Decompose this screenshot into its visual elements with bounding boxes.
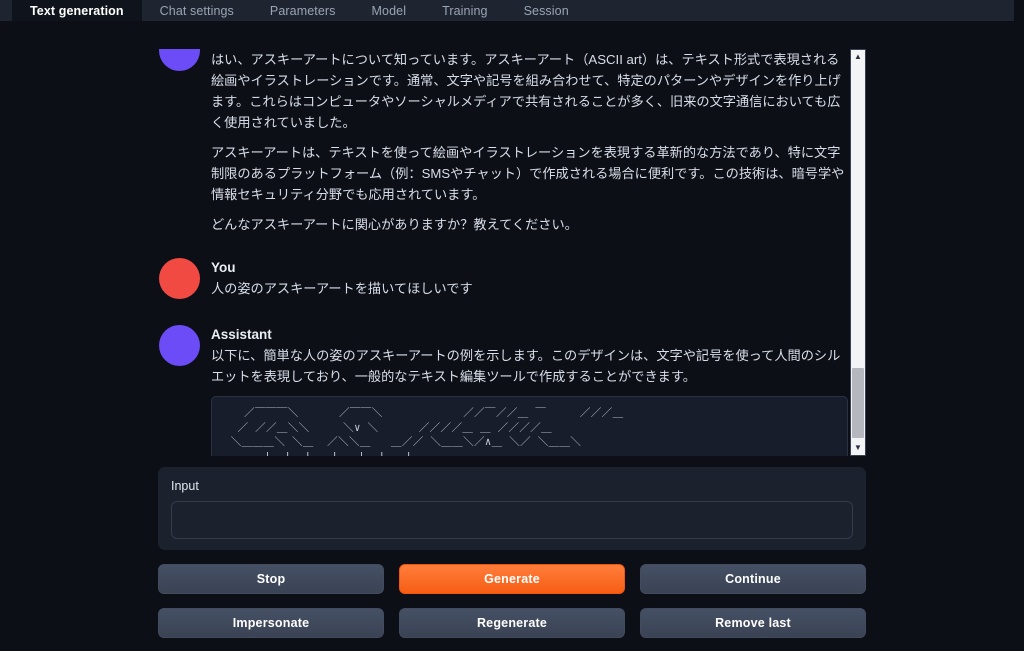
tab-label: Session — [523, 3, 569, 18]
avatar — [159, 49, 200, 71]
tab-bar: Text generation Chat settings Parameters… — [0, 0, 1014, 21]
regenerate-button[interactable]: Regenerate — [399, 608, 625, 638]
avatar — [159, 325, 200, 366]
generate-button[interactable]: Generate — [399, 564, 625, 594]
button-label: Continue — [725, 572, 781, 586]
message-author: Assistant — [211, 327, 272, 342]
chat-area: はい、アスキーアートについて知っています。アスキーアート（ASCII art）は… — [159, 49, 866, 456]
scroll-up-arrow-icon[interactable]: ▲ — [851, 50, 865, 64]
tab-label: Chat settings — [159, 3, 234, 18]
input-field[interactable] — [171, 501, 853, 539]
chat-message: はい、アスキーアートについて知っています。アスキーアート（ASCII art）は… — [159, 49, 848, 235]
message-body: You 人の姿のアスキーアートを描いてほしいです — [211, 258, 848, 299]
tab-model[interactable]: Model — [354, 0, 425, 21]
tab-label: Text generation — [30, 3, 124, 18]
message-paragraph: 以下に、簡単な人の姿のアスキーアートの例を示します。このデザインは、文字や記号を… — [211, 348, 841, 384]
scroll-down-arrow-icon[interactable]: ▼ — [851, 441, 865, 455]
tab-training[interactable]: Training — [424, 0, 506, 21]
continue-button[interactable]: Continue — [640, 564, 866, 594]
message-paragraph: 人の姿のアスキーアートを描いてほしいです — [211, 281, 473, 296]
impersonate-button[interactable]: Impersonate — [158, 608, 384, 638]
tab-session[interactable]: Session — [506, 0, 587, 21]
input-panel: Input — [158, 467, 866, 550]
message-paragraph: どんなアスキーアートに関心がありますか？教えてください。 — [211, 217, 578, 232]
button-label: Remove last — [715, 616, 791, 630]
tab-bar-filler — [587, 0, 1014, 21]
tab-label: Parameters — [269, 3, 336, 18]
ascii-art-content: ／￣￣￣＼ ／￣￣＼ ／／￣／／＿ ￣ ／／／＿ ／ ／／＿＼＼ ＼∨ ＼ ／／… — [230, 407, 624, 456]
avatar — [159, 258, 200, 299]
button-label: Generate — [484, 572, 540, 586]
tab-text-generation[interactable]: Text generation — [12, 0, 142, 21]
button-label: Stop — [256, 572, 286, 586]
message-paragraph: アスキーアートは、テキストを使って絵画やイラストレーションを表現する革新的な方法… — [211, 145, 845, 202]
action-button-grid: Stop Generate Continue Impersonate Regen… — [158, 564, 866, 638]
button-label: Regenerate — [476, 616, 548, 630]
message-body: はい、アスキーアートについて知っています。アスキーアート（ASCII art）は… — [211, 49, 848, 235]
chat-message: You 人の姿のアスキーアートを描いてほしいです — [159, 258, 848, 299]
input-label: Input — [171, 479, 199, 493]
tab-label: Model — [371, 3, 407, 18]
scrollbar-thumb[interactable] — [852, 368, 864, 438]
remove-last-button[interactable]: Remove last — [640, 608, 866, 638]
message-paragraph: はい、アスキーアートについて知っています。アスキーアート（ASCII art）は… — [211, 52, 841, 130]
message-author: You — [211, 260, 236, 275]
tab-parameters[interactable]: Parameters — [252, 0, 354, 21]
tab-chat-settings[interactable]: Chat settings — [142, 0, 252, 21]
ascii-art-code-block: ／￣￣￣＼ ／￣￣＼ ／／￣／／＿ ￣ ／／／＿ ／ ／／＿＼＼ ＼∨ ＼ ／／… — [211, 396, 848, 456]
chat-scrollbar[interactable]: ▲ ▼ — [850, 49, 866, 456]
chat-message: Assistant 以下に、簡単な人の姿のアスキーアートの例を示します。このデザ… — [159, 325, 848, 456]
button-label: Impersonate — [232, 616, 310, 630]
message-body: Assistant 以下に、簡単な人の姿のアスキーアートの例を示します。このデザ… — [211, 325, 848, 456]
stop-button[interactable]: Stop — [158, 564, 384, 594]
tab-label: Training — [442, 3, 488, 18]
chat-message-list[interactable]: はい、アスキーアートについて知っています。アスキーアート（ASCII art）は… — [159, 49, 848, 456]
